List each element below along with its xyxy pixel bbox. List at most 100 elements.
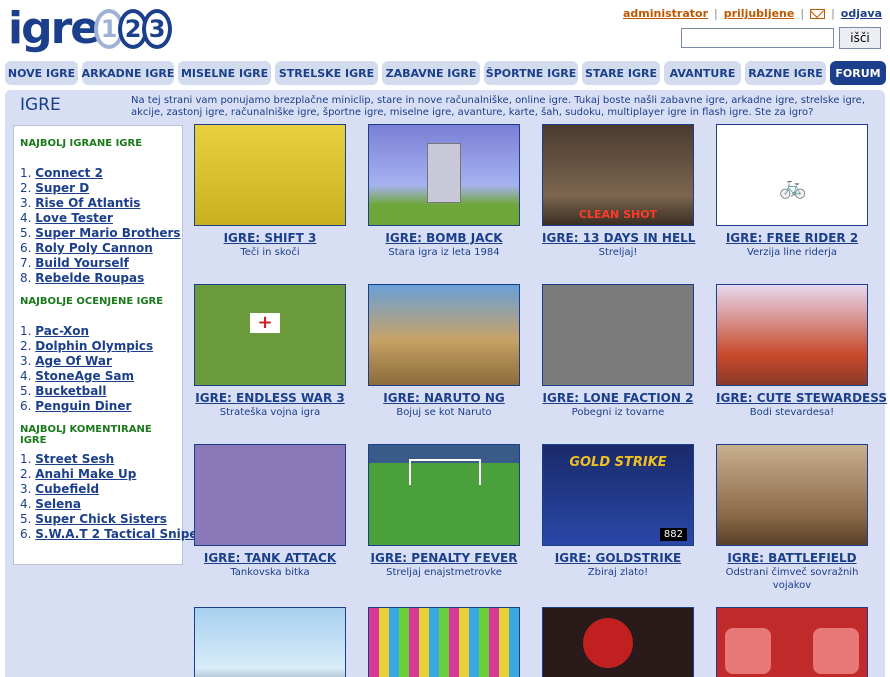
game-title-link[interactable]: IGRE: TANK ATTACK <box>194 551 346 565</box>
game-thumbnail[interactable] <box>716 284 868 386</box>
search-button[interactable]: išči <box>839 27 881 49</box>
best-rated-link[interactable]: Dolphin Olympics <box>35 339 153 353</box>
list-item: 2. Anahi Make Up <box>20 467 176 482</box>
game-description: Zbiraj zlato! <box>587 567 649 578</box>
game-thumbnail[interactable]: CLEAN SHOT <box>542 124 694 226</box>
list-item: 2. Dolphin Olympics <box>20 339 176 354</box>
game-card: IGRE: TANK ATTACK Tankovska bitka <box>194 444 346 579</box>
page-title: IGRE <box>20 95 61 115</box>
game-title-link[interactable]: IGRE: PENALTY FEVER <box>368 551 520 565</box>
list-item: 4. StoneAge Sam <box>20 369 176 384</box>
most-played-link[interactable]: Build Yourself <box>35 256 129 270</box>
most-commented-link[interactable]: Super Chick Sisters <box>35 512 167 526</box>
most-commented-link[interactable]: S.W.A.T 2 Tactical Sniper <box>35 527 203 541</box>
most-played-link[interactable]: Connect 2 <box>35 166 103 180</box>
game-card: IGRE: NARUTO NG Bojuj se kot Naruto <box>368 284 520 419</box>
most-commented-link[interactable]: Selena <box>35 497 81 511</box>
nav-item-zabavne-igre[interactable]: ZABAVNE IGRE <box>382 61 480 85</box>
game-thumbnail[interactable] <box>194 607 346 677</box>
game-description: Bodi stevardesa! <box>749 407 835 418</box>
site-logo[interactable]: igre 1 2 3 <box>8 4 173 54</box>
favorites-link[interactable]: priljubljene <box>724 7 795 20</box>
search-input[interactable] <box>681 28 834 48</box>
nav-item-nove-igre[interactable]: NOVE IGRE <box>5 61 78 85</box>
game-thumbnail[interactable] <box>368 444 520 546</box>
game-description: Verzija line riderja <box>746 247 838 258</box>
game-card: GOLD STRIKE 882 IGRE: GOLDSTRIKE Zbiraj zla… <box>542 444 694 579</box>
game-title-link[interactable]: IGRE: SHIFT 3 <box>194 231 346 245</box>
separator: | <box>831 7 835 20</box>
nav-item-avanture[interactable]: AVANTURE <box>664 61 741 85</box>
game-thumbnail[interactable] <box>194 124 346 226</box>
sidebar: NAJBOLJ IGRANE IGRE 1. Connect 2 2. Super… <box>13 125 203 565</box>
list-number: 3. <box>20 354 36 368</box>
list-item: 4. Selena <box>20 497 176 512</box>
game-title-link[interactable]: IGRE: LONE FACTION 2 <box>542 391 694 405</box>
dice-shape <box>813 628 859 674</box>
game-thumbnail[interactable] <box>368 284 520 386</box>
best-rated-list: 1. Pac-Xon 2. Dolphin Olympics 3. Age Of W… <box>20 324 176 414</box>
best-rated-link[interactable]: Pac-Xon <box>35 324 89 338</box>
nav-item-stare-igre[interactable]: STARE IGRE <box>582 61 660 85</box>
separator: | <box>714 7 718 20</box>
game-title-link[interactable]: IGRE: FREE RIDER 2 <box>716 231 868 245</box>
nav-item--portne-igre[interactable]: ŠPORTNE IGRE <box>484 61 578 85</box>
best-rated-link[interactable]: Bucketball <box>35 384 106 398</box>
nav-item-arkadne-igre[interactable]: ARKADNE IGRE <box>82 61 174 85</box>
game-thumbnail[interactable] <box>716 607 868 677</box>
nav-item-forum[interactable]: FORUM <box>830 61 886 85</box>
game-title-link[interactable]: IGRE: BATTLEFIELD <box>716 551 868 565</box>
most-commented-link[interactable]: Anahi Make Up <box>35 467 136 481</box>
list-number: 8. <box>20 271 36 285</box>
game-card: IGRE: BOMB JACK Stara igra iz leta 1984 <box>368 124 520 259</box>
separator: | <box>800 7 805 20</box>
main-nav: NOVE IGRE ARKADNE IGRE MISELNE IGRE STRELSK… <box>5 61 886 85</box>
game-thumbnail[interactable] <box>368 124 520 226</box>
game-card <box>542 607 694 677</box>
best-rated-link[interactable]: Age Of War <box>35 354 112 368</box>
game-card: IGRE: CUTE STEWARDESS Bodi stevardesa! <box>716 284 887 419</box>
most-played-link[interactable]: Love Tester <box>35 211 113 225</box>
most-played-link[interactable]: Rebelde Roupas <box>35 271 144 285</box>
game-thumbnail[interactable]: 🚲 <box>716 124 868 226</box>
most-played-link[interactable]: Rise Of Atlantis <box>35 196 140 210</box>
nav-item-strelske-igre[interactable]: STRELSKE IGRE <box>275 61 378 85</box>
most-played-link[interactable]: Super Mario Brothers <box>35 226 180 240</box>
game-thumbnail[interactable] <box>368 607 520 677</box>
game-thumbnail[interactable] <box>542 284 694 386</box>
most-played-link[interactable]: Roly Poly Cannon <box>35 241 153 255</box>
administrator-link[interactable]: administrator <box>623 7 708 20</box>
best-rated-link[interactable]: Penguin Diner <box>35 399 131 413</box>
list-item: 3. Cubefield <box>20 482 176 497</box>
list-item: 5. Super Mario Brothers <box>20 226 181 241</box>
game-title-link[interactable]: IGRE: GOLDSTRIKE <box>542 551 694 565</box>
mail-icon[interactable] <box>810 8 826 19</box>
list-item: 5. Bucketball <box>20 384 176 399</box>
most-commented-link[interactable]: Street Sesh <box>35 452 114 466</box>
best-rated-link[interactable]: StoneAge Sam <box>35 369 134 383</box>
nav-item-miselne-igre[interactable]: MISELNE IGRE <box>178 61 271 85</box>
list-number: 3. <box>20 482 36 496</box>
game-title-link[interactable]: IGRE: NARUTO NG <box>368 391 520 405</box>
list-number: 7. <box>20 256 36 270</box>
list-number: 5. <box>20 512 36 526</box>
most-played-link[interactable]: Super D <box>35 181 89 195</box>
game-title-link[interactable]: IGRE: 13 DAYS IN HELL <box>542 231 695 245</box>
most-commented-link[interactable]: Cubefield <box>35 482 99 496</box>
game-card <box>194 124 346 226</box>
game-thumbnail[interactable]: GOLD STRIKE 882 <box>542 444 694 546</box>
game-thumbnail[interactable] <box>194 444 346 546</box>
list-number: 6. <box>20 399 36 413</box>
game-thumbnail[interactable] <box>542 607 694 677</box>
game-thumbnail[interactable] <box>716 444 868 546</box>
list-number: 6. <box>20 241 36 255</box>
game-thumbnail[interactable]: + <box>194 284 346 386</box>
game-title-link[interactable]: IGRE: ENDLESS WAR 3 <box>194 391 346 405</box>
game-description: Streljaj enajstmetrovke <box>386 567 502 578</box>
list-number: 2. <box>20 339 36 353</box>
nav-item-razne-igre[interactable]: RAZNE IGRE <box>745 61 826 85</box>
game-title-link[interactable]: IGRE: BOMB JACK <box>368 231 520 245</box>
logout-link[interactable]: odjava <box>841 7 882 20</box>
game-title-link[interactable]: IGRE: CUTE STEWARDESS <box>716 391 887 405</box>
list-item: 7. Build Yourself <box>20 256 176 271</box>
